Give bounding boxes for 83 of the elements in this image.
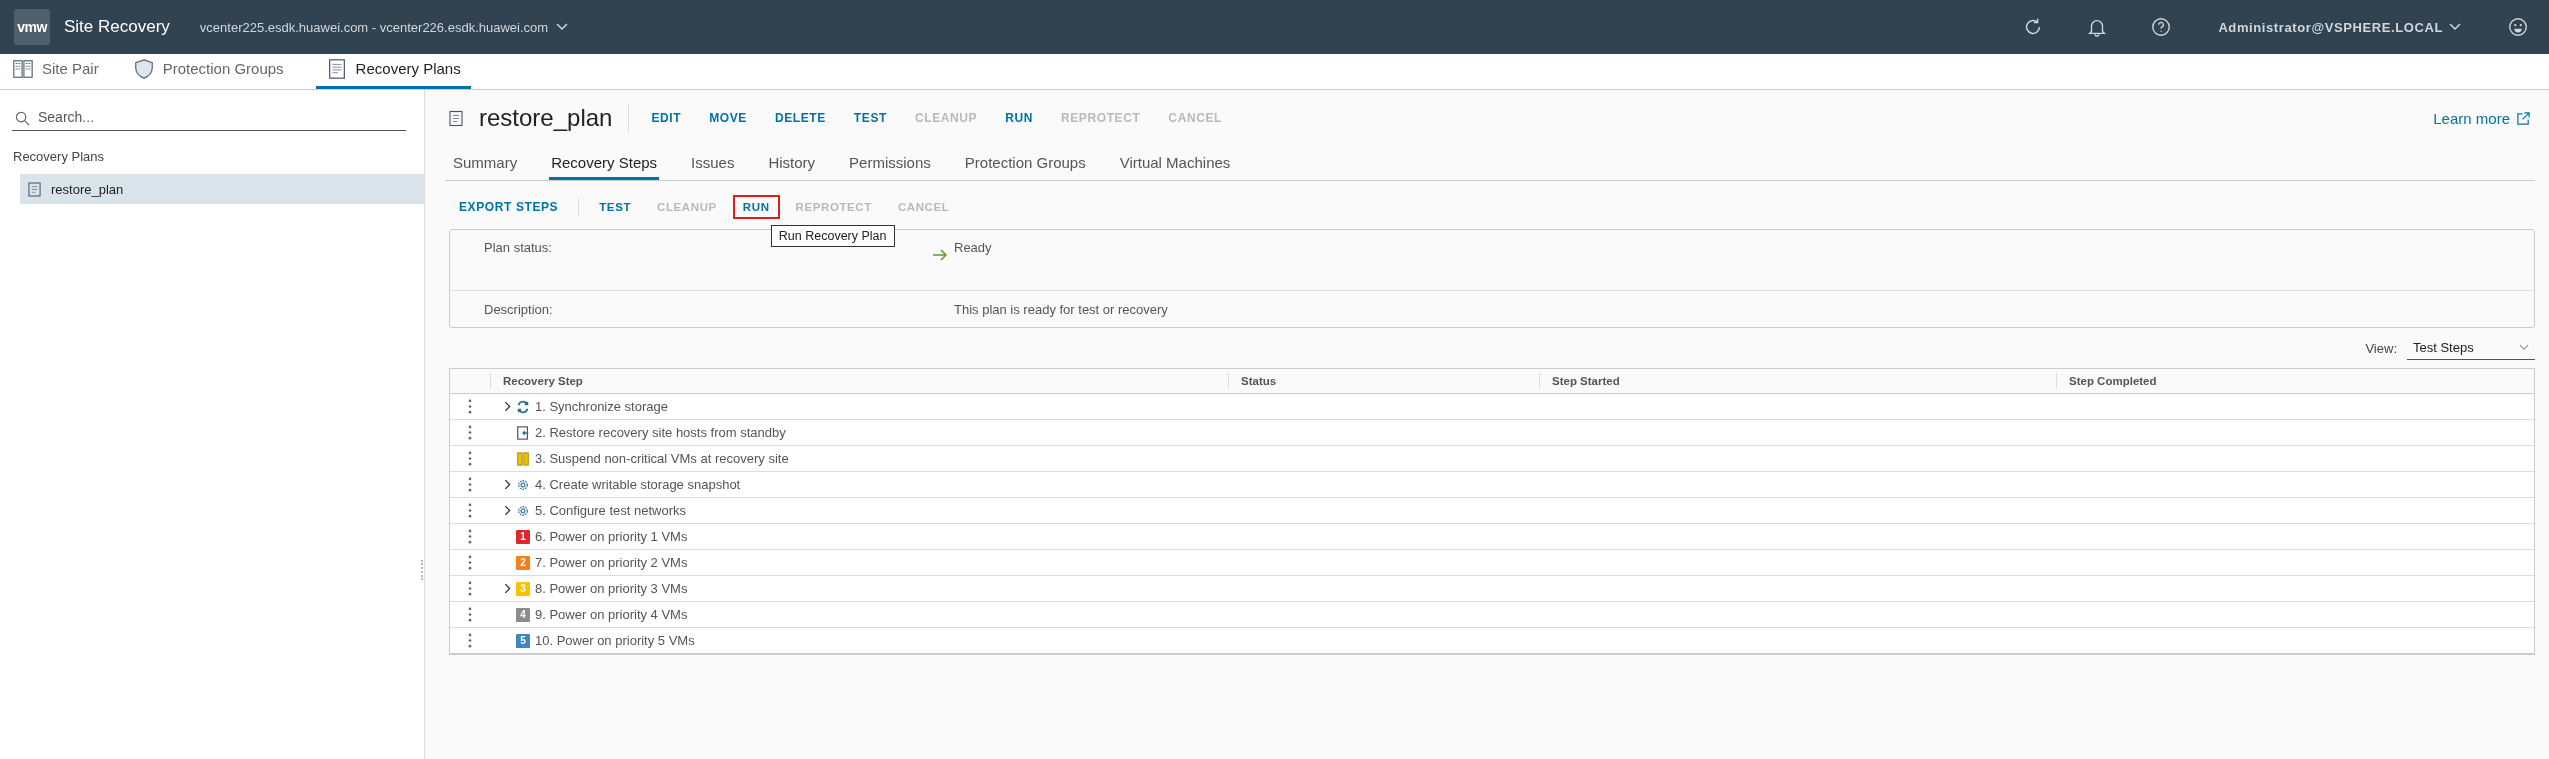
expand-caret-icon[interactable] <box>504 583 511 594</box>
plan-list-item[interactable]: restore_plan <box>20 174 424 204</box>
document-icon <box>28 181 41 197</box>
external-link-icon <box>2516 110 2531 126</box>
status-value: Ready <box>954 240 992 255</box>
row-menu-icon[interactable] <box>468 555 472 570</box>
row-menu-icon[interactable] <box>468 581 472 596</box>
expand-caret-icon[interactable] <box>504 505 511 516</box>
gear-icon <box>516 477 530 492</box>
export-steps-button[interactable]: EXPORT STEPS <box>451 196 567 218</box>
tab[interactable]: Issues <box>689 154 737 180</box>
view-select[interactable]: Test Steps <box>2407 336 2535 360</box>
row-menu-icon[interactable] <box>468 607 472 622</box>
column-header: Recovery Step <box>502 374 584 389</box>
expand-caret-icon[interactable] <box>504 401 511 412</box>
step-name: 7. Power on priority 2 VMs <box>535 555 688 570</box>
tab[interactable]: Virtual Machines <box>1117 154 1233 180</box>
sync-icon <box>516 399 530 414</box>
building-icon <box>12 57 34 80</box>
action-button[interactable]: TEST <box>845 107 895 129</box>
document-icon <box>449 109 463 127</box>
row-menu-icon[interactable] <box>468 451 472 466</box>
expand-caret-icon[interactable] <box>504 479 511 490</box>
search-icon <box>15 111 30 126</box>
action-button[interactable]: RUN <box>734 197 778 217</box>
priority-badge: 4 <box>516 607 530 622</box>
search-field[interactable]: Search... <box>12 104 406 131</box>
caret-icon <box>2519 344 2529 351</box>
host-icon <box>516 425 530 440</box>
step-name: 1. Synchronize storage <box>535 399 668 414</box>
section-label: Recovery Plans <box>13 149 106 164</box>
plan-title: restore_plan <box>479 104 613 132</box>
step-name: 6. Power on priority 1 VMs <box>535 529 688 544</box>
action-button[interactable]: TEST <box>591 197 640 217</box>
row-menu-icon[interactable] <box>468 529 472 544</box>
learn-more-link[interactable]: Learn more <box>2433 109 2531 127</box>
caret-icon <box>2449 23 2461 31</box>
logo: vmw <box>14 9 50 45</box>
caret-icon <box>556 23 569 31</box>
shield-icon <box>132 57 155 80</box>
tab[interactable]: Summary <box>451 154 520 180</box>
row-menu-icon[interactable] <box>468 477 472 492</box>
priority-badge: 1 <box>516 529 530 544</box>
field-label: Plan status: <box>484 240 553 255</box>
arrow-icon <box>932 249 948 261</box>
site-pair-dropdown[interactable]: vcenter225.esdk.huawei.com - vcenter226.esdk.huawei.com <box>199 19 569 35</box>
help-icon[interactable] <box>2150 16 2173 38</box>
step-name: 8. Power on priority 3 VMs <box>535 581 688 596</box>
tab[interactable]: History <box>766 154 818 180</box>
action-button[interactable]: EDIT <box>643 107 690 129</box>
gear-icon <box>516 503 530 518</box>
tab[interactable]: Recovery Steps <box>549 154 660 180</box>
step-name: 3. Suspend non-critical VMs at recovery site <box>535 451 789 466</box>
row-menu-icon[interactable] <box>468 503 472 518</box>
priority-badge: 5 <box>516 633 530 648</box>
column-header: Status <box>1228 373 1539 389</box>
user-menu[interactable]: Administrator@VSPHERE.LOCAL <box>2212 18 2467 36</box>
action-button[interactable]: MOVE <box>701 107 755 129</box>
app-title: Site Recovery <box>64 17 170 37</box>
step-name: 10. Power on priority 5 VMs <box>535 633 695 648</box>
column-header: Step Started <box>1539 373 2056 389</box>
step-name: 2. Restore recovery site hosts from standby <box>535 425 786 440</box>
row-menu-icon[interactable] <box>468 399 472 414</box>
action-button[interactable]: RUN <box>997 107 1041 129</box>
row-menu-icon[interactable] <box>468 633 472 648</box>
tab[interactable]: Protection Groups <box>962 154 1088 180</box>
row-menu-icon[interactable] <box>468 425 472 440</box>
nav-tab[interactable]: Protection Groups <box>130 56 286 89</box>
field-label: Description: <box>484 301 554 317</box>
pause-icon <box>516 451 530 466</box>
tab[interactable]: Permissions <box>847 154 933 180</box>
step-name: 9. Power on priority 4 VMs <box>535 607 688 622</box>
action-button[interactable]: DELETE <box>766 107 834 129</box>
priority-badge: 2 <box>516 555 530 570</box>
column-header: Step Completed <box>2056 373 2534 389</box>
nav-tab[interactable]: Site Pair <box>10 56 101 89</box>
description-value: This plan is ready for test or recovery <box>954 301 1168 317</box>
priority-badge: 3 <box>516 581 530 596</box>
smiley-icon[interactable] <box>2507 16 2529 38</box>
tooltip: Run Recovery Plan <box>770 225 895 247</box>
step-name: 5. Configure test networks <box>535 503 687 518</box>
step-name: 4. Create writable storage snapshot <box>535 477 741 492</box>
view-label: View: <box>2365 340 2397 356</box>
